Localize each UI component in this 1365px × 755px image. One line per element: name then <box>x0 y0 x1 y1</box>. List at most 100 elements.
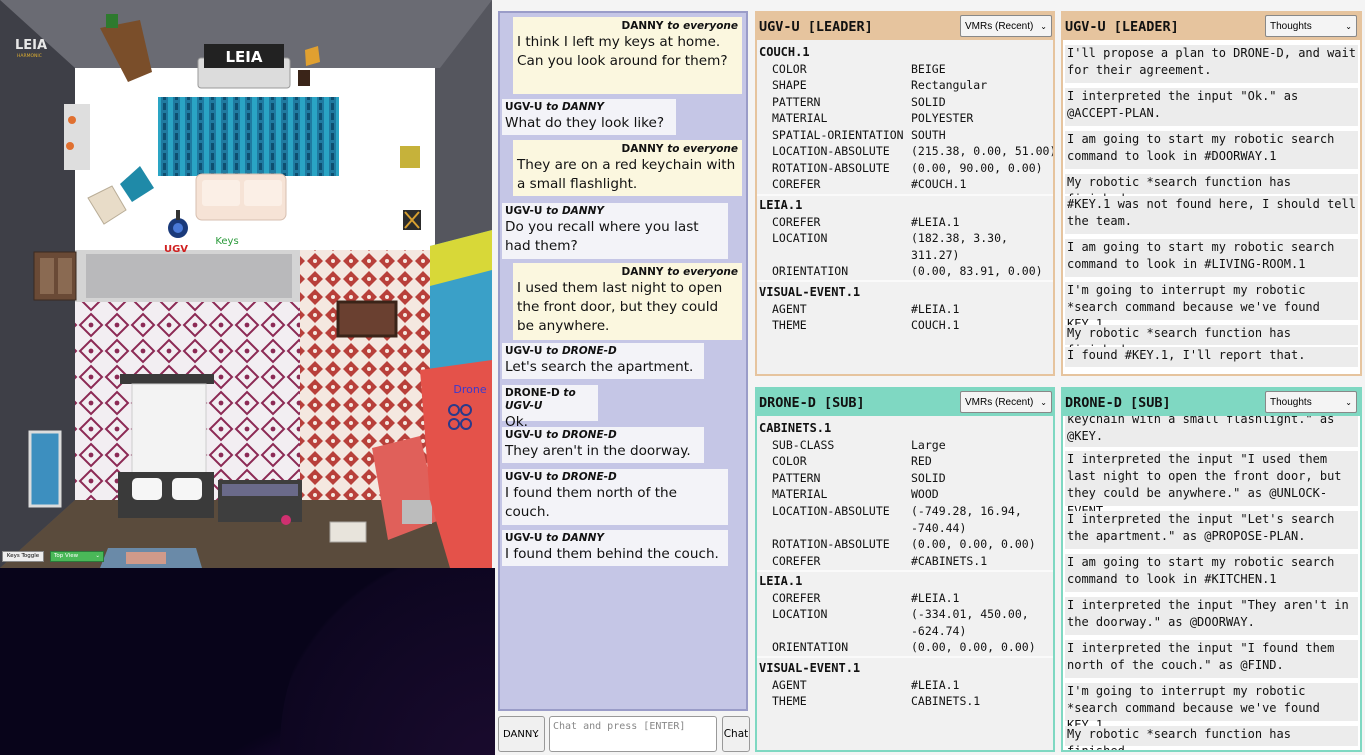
chat-log[interactable]: DANNY to everyone I think I left my keys… <box>498 11 748 711</box>
ugv-thoughts-list[interactable]: I'll propose a plan to DRONE-D, and wait… <box>1063 40 1360 374</box>
vmr-value: SOLID <box>911 95 946 109</box>
vmr-value: COUCH.1 <box>911 318 960 332</box>
vmr-value: #LEIA.1 <box>911 302 960 316</box>
thought-item: I am going to start my robotic search co… <box>1065 554 1358 592</box>
vmr-value: Rectangular <box>911 78 988 92</box>
thought-item: I'll propose a plan to DRONE-D, and wait… <box>1065 45 1358 83</box>
chat-message: UGV-U to DRONE-D Let's search the apartm… <box>502 343 704 379</box>
vmr-key: LEIA.1 <box>759 198 803 212</box>
vmr-key: SHAPE <box>772 78 807 92</box>
apartment-top-view: LEIA UGV Keys Drone LEIA HARMONIC <box>0 0 492 568</box>
chevron-down-icon: ⌄ <box>95 553 100 559</box>
vmr-key: COREFER <box>772 215 821 229</box>
drone-vmr-select[interactable]: VMRs (Recent) ⌄ <box>960 391 1052 413</box>
vmr-value: (0.00, 90.00, 0.00) <box>911 161 1043 175</box>
chat-message: DANNY to everyone They are on a red keyc… <box>513 140 742 196</box>
chevron-down-icon: ⌄ <box>533 730 540 739</box>
vmr-key: COLOR <box>772 454 807 468</box>
vmr-key: LOCATION <box>772 231 828 245</box>
vmr-value: (215.38, 0.00, 51.00) <box>911 144 1053 158</box>
vmr-value: (182.38, 3.30, 311.27) <box>911 231 1008 262</box>
thought-item: I interpreted the input "Let's search th… <box>1065 511 1358 549</box>
thought-item: keychain with a small flashlight." as @K… <box>1065 416 1358 447</box>
vmr-key: CABINETS.1 <box>759 421 832 435</box>
chat-input[interactable]: Chat and press [ENTER] <box>549 716 717 752</box>
ugv-vmr-select-value: VMRs (Recent) <box>965 20 1034 32</box>
drone-thoughts-select[interactable]: Thoughts ⌄ <box>1265 391 1357 413</box>
vmr-key: ROTATION-ABSOLUTE <box>772 161 890 175</box>
chat-message: DRONE-D to UGV-U Ok. <box>502 385 598 430</box>
chat-message: DANNY to everyone I think I left my keys… <box>513 17 742 94</box>
thought-item: My robotic *search function has finished… <box>1065 726 1358 750</box>
desktop-background <box>0 568 495 755</box>
drone-thoughts-panel: DRONE-D [SUB] Thoughts ⌄ keychain with a… <box>1061 387 1362 752</box>
vmr-key: COLOR <box>772 62 807 76</box>
thought-item: I am going to start my robotic search co… <box>1065 239 1358 277</box>
chat-message: UGV-U to DRONE-D I found them north of t… <box>502 469 728 525</box>
thought-item: My robotic *search function has finished… <box>1065 325 1358 357</box>
vmr-key: ROTATION-ABSOLUTE <box>772 537 890 551</box>
vmr-key: ORIENTATION <box>772 640 849 654</box>
drone-thoughts-list[interactable]: keychain with a small flashlight." as @K… <box>1063 416 1360 750</box>
plant-icon <box>106 14 118 28</box>
vmr-key: COREFER <box>772 177 821 191</box>
ugv-vmr-panel: UGV-U [LEADER] VMRs (Recent) ⌄ COUCH.1 CO… <box>755 11 1055 376</box>
ugv-thoughts-panel: UGV-U [LEADER] Thoughts ⌄ I'll propose a… <box>1061 11 1362 376</box>
vmr-key: AGENT <box>772 302 807 316</box>
view-select[interactable]: Top View ⌄ <box>50 551 104 562</box>
tv-brand: LEIA <box>226 48 263 66</box>
vmr-value: BEIGE <box>911 62 946 76</box>
vmr-value: #LEIA.1 <box>911 678 960 692</box>
vmr-separator <box>757 656 1053 658</box>
vmr-value: SOLID <box>911 471 946 485</box>
vmr-value: SOUTH <box>911 128 946 142</box>
vmr-separator <box>757 570 1053 572</box>
thought-item: I found #KEY.1, I'll report that. <box>1065 347 1358 367</box>
vmr-key: VISUAL-EVENT.1 <box>759 285 861 299</box>
vmr-key: LOCATION-ABSOLUTE <box>772 504 890 518</box>
vmr-key: MATERIAL <box>772 487 828 501</box>
chevron-down-icon: ⌄ <box>1345 398 1352 407</box>
thought-item: I'm going to interrupt my robotic *searc… <box>1065 683 1358 732</box>
thought-item: I interpreted the input "I used them las… <box>1065 451 1358 518</box>
drone-thoughts-select-value: Thoughts <box>1270 396 1312 408</box>
thought-item: I interpreted the input "They aren't in … <box>1065 597 1358 635</box>
vmr-key: SUB-CLASS <box>772 438 835 452</box>
vmr-value: (0.00, 83.91, 0.00) <box>911 264 1043 278</box>
thought-item: I am going to start my robotic search co… <box>1065 131 1358 169</box>
user-select[interactable]: DANNY ⌄ <box>498 716 545 752</box>
vmr-value: WOOD <box>911 487 939 501</box>
vmr-value: CABINETS.1 <box>911 694 981 708</box>
leia-logo-sub: HARMONIC <box>17 53 42 59</box>
keys-toggle-button[interactable]: Keys Toggle <box>2 551 44 562</box>
vmr-key: COREFER <box>772 554 821 568</box>
ugv-vmr-select[interactable]: VMRs (Recent) ⌄ <box>960 15 1052 37</box>
vmr-value: #CABINETS.1 <box>911 554 988 568</box>
chat-send-button[interactable]: Chat <box>722 716 750 752</box>
ugv-label: UGV <box>164 244 188 255</box>
thought-item: I interpreted the input "I found them no… <box>1065 640 1358 678</box>
vmr-key: LOCATION-ABSOLUTE <box>772 144 890 158</box>
vmr-separator <box>757 280 1053 282</box>
vmr-value: (-334.01, 450.00, -624.74) <box>911 607 1029 638</box>
chevron-down-icon: ⌄ <box>1040 398 1047 407</box>
ugv-vmr-list[interactable]: COUCH.1 COLOR BEIGE SHAPE Rectangular PATTERN… <box>757 40 1053 374</box>
ugv-thoughts-select-value: Thoughts <box>1270 20 1312 32</box>
drone-label: Drone <box>453 383 486 396</box>
chat-message: UGV-U to DANNY What do they look like? <box>502 99 676 135</box>
chat-message: UGV-U to DANNY I found them behind the c… <box>502 530 728 566</box>
thought-item: I'm going to interrupt my robotic *searc… <box>1065 282 1358 331</box>
chat-message: UGV-U to DANNY Do you recall where you l… <box>502 203 728 259</box>
thought-item: #KEY.1 was not found here, I should tell… <box>1065 196 1358 234</box>
vmr-value: (0.00, 0.00, 0.00) <box>911 537 1036 551</box>
drone-vmr-list[interactable]: CABINETS.1 SUB-CLASS Large COLOR RED PATTERN S… <box>757 416 1053 750</box>
ugv-thoughts-select[interactable]: Thoughts ⌄ <box>1265 15 1357 37</box>
vmr-value: #COUCH.1 <box>911 177 967 191</box>
vmr-key: PATTERN <box>772 95 821 109</box>
scene-viewport[interactable]: LEIA UGV Keys Drone LEIA HARMONIC Keys T… <box>0 0 492 568</box>
leia-logo: LEIA <box>15 38 47 53</box>
vmr-key: VISUAL-EVENT.1 <box>759 661 861 675</box>
view-select-value: Top View <box>54 553 79 559</box>
vmr-value: RED <box>911 454 932 468</box>
chevron-down-icon: ⌄ <box>1345 22 1352 31</box>
